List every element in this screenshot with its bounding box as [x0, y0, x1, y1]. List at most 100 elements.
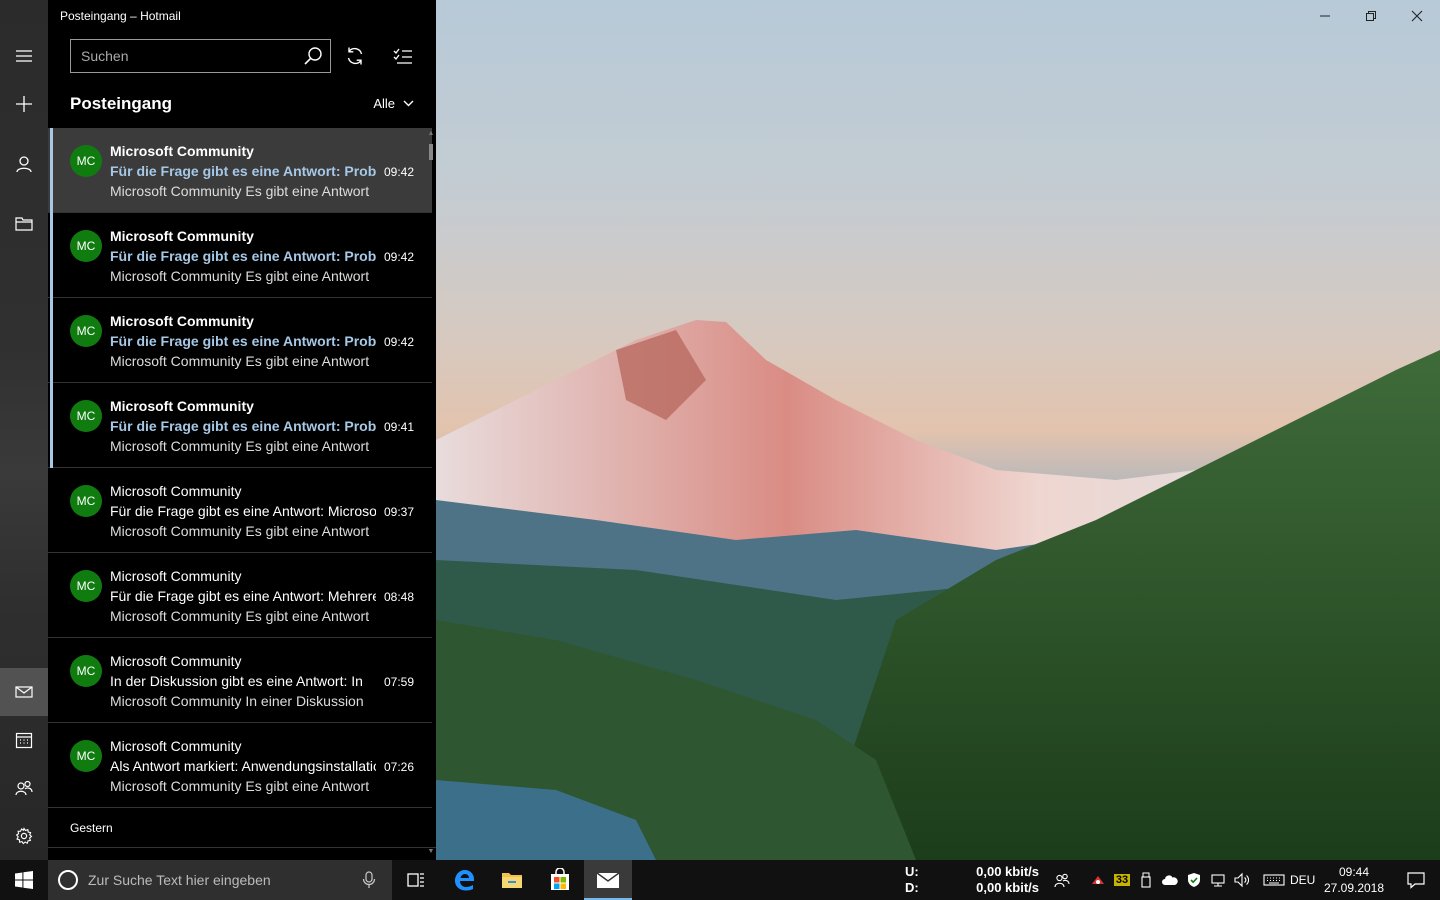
message-item[interactable]: MC Microsoft Community Als Antwort marki…: [48, 723, 432, 808]
message-item[interactable]: MC Microsoft Community Für die Frage gib…: [48, 553, 432, 638]
message-preview: Microsoft Community Es gibt eine Antwort: [110, 523, 370, 539]
people-nav-button[interactable]: [0, 764, 48, 812]
message-subject: Für die Frage gibt es eine Antwort: Micr…: [110, 503, 376, 519]
taskbar-clock[interactable]: 09:44 27.09.2018: [1322, 864, 1386, 896]
sender-avatar: MC: [70, 485, 102, 517]
taskbar-search[interactable]: Zur Suche Text hier eingeben: [48, 860, 392, 900]
message-subject: Für die Frage gibt es eine Antwort: Mehr…: [110, 588, 376, 604]
scroll-thumb[interactable]: [429, 144, 433, 160]
message-sender: Microsoft Community: [110, 143, 254, 159]
mail-nav-button[interactable]: [0, 668, 48, 716]
selection-mode-button[interactable]: [387, 40, 419, 72]
network-icon: [1211, 874, 1225, 887]
security-tray-button[interactable]: [1182, 860, 1206, 900]
start-button[interactable]: [0, 860, 48, 900]
people-icon: [15, 780, 33, 796]
filter-dropdown[interactable]: Alle: [373, 96, 414, 111]
windows-logo-icon: [15, 871, 33, 889]
scroll-up-icon[interactable]: ▲: [427, 130, 435, 138]
mail-app-icon: [596, 872, 620, 888]
cortana-icon: [58, 870, 78, 890]
navigation-rail: [0, 0, 48, 860]
search-box[interactable]: [70, 39, 331, 73]
onedrive-tray-button[interactable]: [1158, 860, 1182, 900]
message-list-scrollbar[interactable]: ▲ ▼: [426, 128, 436, 860]
input-language[interactable]: DEU: [1290, 873, 1315, 887]
message-subject: Für die Frage gibt es eine Antwort: Prob…: [110, 418, 376, 434]
sender-avatar: MC: [70, 400, 102, 432]
scroll-down-icon[interactable]: ▼: [427, 848, 435, 856]
search-button[interactable]: [296, 40, 330, 72]
message-item[interactable]: MC Microsoft Community In der Diskussion…: [48, 638, 432, 723]
accounts-button[interactable]: [0, 140, 48, 188]
message-sender: Microsoft Community: [110, 568, 242, 584]
usb-tray-button[interactable]: [1134, 860, 1158, 900]
message-item[interactable]: MC Microsoft Community Für die Frage gib…: [48, 298, 432, 383]
keyboard-icon: [1263, 874, 1285, 886]
upload-speed: 0,00 kbit/s: [976, 864, 1039, 879]
upload-label: U:: [905, 864, 919, 879]
message-time: 09:37: [384, 505, 415, 519]
folders-button[interactable]: [0, 200, 48, 248]
keyboard-tray-button[interactable]: [1254, 860, 1294, 900]
message-item[interactable]: MC Microsoft Community Für die Frage gib…: [48, 383, 432, 468]
window-title: Posteingang – Hotmail: [60, 9, 181, 23]
message-sender: Microsoft Community: [110, 738, 242, 754]
settings-nav-button[interactable]: [0, 812, 48, 860]
volume-tray-button[interactable]: [1230, 860, 1254, 900]
sender-avatar: MC: [70, 570, 102, 602]
store-icon: [551, 868, 569, 890]
system-tray: 33: [1050, 860, 1294, 900]
message-sender: Microsoft Community: [110, 228, 254, 244]
folder-icon: [15, 217, 33, 231]
shield-icon: [1188, 873, 1200, 887]
sender-avatar: MC: [70, 315, 102, 347]
message-subject: Für die Frage gibt es eine Antwort: Prob…: [110, 163, 376, 179]
red-tray-app-icon: [1092, 876, 1104, 884]
speaker-icon: [1234, 872, 1249, 888]
message-time: 09:42: [384, 335, 415, 349]
task-view-button[interactable]: [392, 860, 440, 900]
message-time: 09:42: [384, 165, 415, 179]
tray-badge-button[interactable]: 33: [1110, 860, 1134, 900]
close-button[interactable]: [1394, 0, 1440, 32]
message-sender: Microsoft Community: [110, 653, 242, 669]
mail-taskbar-button[interactable]: [584, 860, 632, 900]
selection-mode-icon: [393, 48, 412, 64]
message-item[interactable]: MC Microsoft Community Für die Frage gib…: [48, 213, 432, 298]
message-time: 09:42: [384, 250, 415, 264]
message-item[interactable]: MC Microsoft Community Für die Frage gib…: [48, 468, 432, 553]
people-tray-button[interactable]: [1050, 860, 1074, 900]
network-tray-button[interactable]: [1206, 860, 1230, 900]
message-preview: Microsoft Community Es gibt eine Antwort: [110, 183, 370, 199]
calendar-nav-button[interactable]: [0, 716, 48, 764]
tray-app-button[interactable]: [1086, 860, 1110, 900]
hamburger-menu-button[interactable]: [0, 32, 48, 80]
message-sender: Microsoft Community: [110, 483, 242, 499]
sender-avatar: MC: [70, 230, 102, 262]
new-mail-button[interactable]: [0, 80, 48, 128]
message-preview: Microsoft Community In einer Diskussion: [110, 693, 364, 709]
restore-button[interactable]: [1348, 0, 1394, 32]
desktop-wallpaper: [436, 0, 1440, 860]
message-preview: Microsoft Community Es gibt eine Antwort: [110, 268, 370, 284]
edge-taskbar-button[interactable]: [440, 860, 488, 900]
store-taskbar-button[interactable]: [536, 860, 584, 900]
search-input[interactable]: [71, 48, 296, 64]
message-list-pane: Posteingang – Hotmail Posteingang Alle M…: [48, 0, 436, 860]
message-sender: Microsoft Community: [110, 313, 254, 329]
notification-icon: [1407, 872, 1425, 889]
plus-icon: [16, 96, 32, 112]
minimize-icon: [1320, 15, 1330, 17]
search-icon: [304, 47, 322, 65]
message-preview: Microsoft Community Es gibt eine Antwort: [110, 438, 370, 454]
minimize-button[interactable]: [1302, 0, 1348, 32]
message-subject: Als Antwort markiert: Anwendungsinstalla…: [110, 758, 376, 774]
microphone-icon[interactable]: [362, 871, 376, 889]
sync-button[interactable]: [339, 40, 371, 72]
file-explorer-taskbar-button[interactable]: [488, 860, 536, 900]
mail-icon: [15, 686, 33, 698]
message-item[interactable]: MC Microsoft Community Für die Frage gib…: [48, 128, 432, 213]
filter-label: Alle: [373, 96, 395, 111]
action-center-button[interactable]: [1392, 860, 1440, 900]
